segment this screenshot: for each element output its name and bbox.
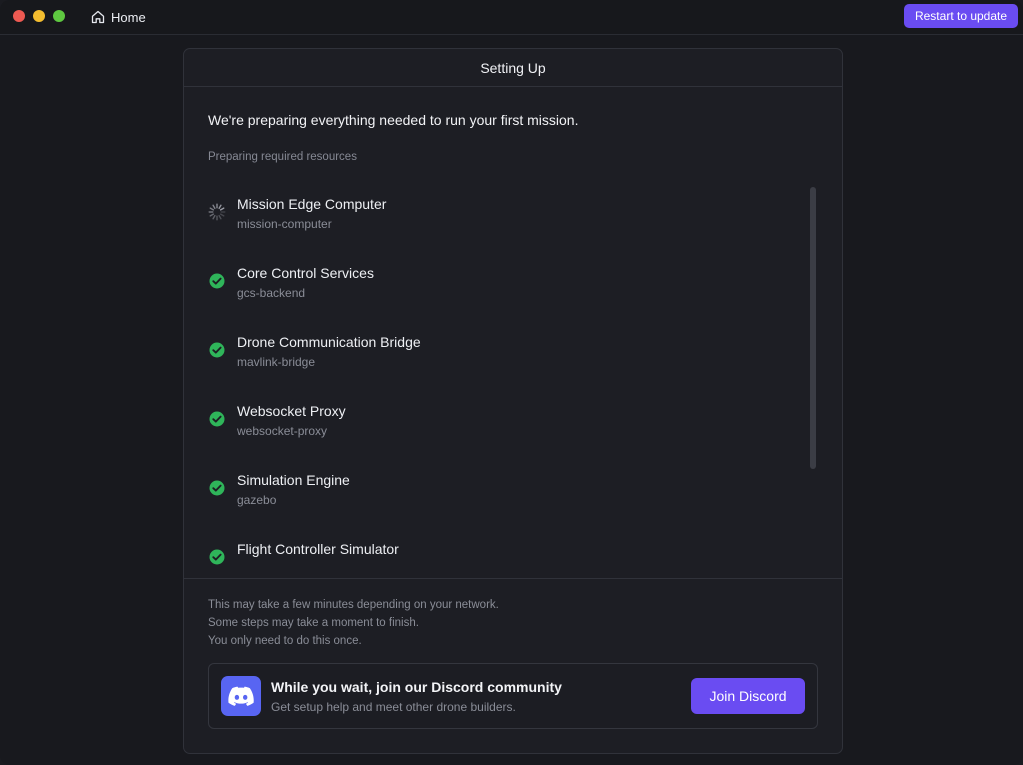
item-title: Websocket Proxy xyxy=(237,403,346,419)
home-icon xyxy=(90,9,106,25)
list-item: Websocket Proxy websocket-proxy xyxy=(208,394,768,454)
setup-panel: Setting Up We're preparing everything ne… xyxy=(183,48,843,754)
loading-spinner-icon xyxy=(208,203,226,221)
minimize-window-button[interactable] xyxy=(33,10,45,22)
check-circle-icon xyxy=(208,548,226,566)
check-circle-icon xyxy=(208,410,226,428)
discord-card-title: While you wait, join our Discord communi… xyxy=(271,679,562,695)
item-subtitle: gcs-backend xyxy=(237,286,306,300)
section-label: Preparing required resources xyxy=(208,151,357,163)
home-nav-link[interactable]: Home xyxy=(90,8,146,26)
discord-card: While you wait, join our Discord communi… xyxy=(208,663,818,729)
list-item: Core Control Services gcs-backend xyxy=(208,256,768,316)
list-item: Flight Controller Simulator xyxy=(208,532,768,579)
discord-card-subtitle: Get setup help and meet other drone buil… xyxy=(271,700,516,714)
home-label: Home xyxy=(111,9,146,25)
intro-text: We're preparing everything needed to run… xyxy=(208,112,579,128)
note-line: You only need to do this once. xyxy=(208,635,362,647)
item-title: Core Control Services xyxy=(237,265,374,281)
footer-divider xyxy=(184,578,842,579)
list-item: Simulation Engine gazebo xyxy=(208,463,768,523)
item-title: Flight Controller Simulator xyxy=(237,541,399,557)
discord-logo-icon xyxy=(221,676,261,716)
item-subtitle: websocket-proxy xyxy=(237,424,328,438)
check-circle-icon xyxy=(208,479,226,497)
resource-list[interactable]: Mission Edge Computer mission-computer C… xyxy=(184,187,842,579)
title-bar: Home Restart to update xyxy=(0,0,1023,35)
list-item: Mission Edge Computer mission-computer xyxy=(208,187,768,247)
close-window-button[interactable] xyxy=(13,10,25,22)
item-subtitle: mission-computer xyxy=(237,217,332,231)
panel-title: Setting Up xyxy=(184,49,842,87)
check-circle-icon xyxy=(208,272,226,290)
item-title: Simulation Engine xyxy=(237,472,350,488)
restart-to-update-button[interactable]: Restart to update xyxy=(904,4,1018,28)
join-discord-button[interactable]: Join Discord xyxy=(691,678,805,714)
app-window: Home Restart to update Setting Up We're … xyxy=(0,0,1023,765)
item-title: Mission Edge Computer xyxy=(237,196,387,212)
note-line: This may take a few minutes depending on… xyxy=(208,599,499,611)
item-subtitle: mavlink-bridge xyxy=(237,355,316,369)
setup-notes: This may take a few minutes depending on… xyxy=(208,596,499,650)
list-scrollbar[interactable] xyxy=(810,187,816,469)
item-subtitle: gazebo xyxy=(237,493,277,507)
note-line: Some steps may take a moment to finish. xyxy=(208,617,419,629)
list-item: Drone Communication Bridge mavlink-bridg… xyxy=(208,325,768,385)
item-title: Drone Communication Bridge xyxy=(237,334,421,350)
check-circle-icon xyxy=(208,341,226,359)
maximize-window-button[interactable] xyxy=(53,10,65,22)
